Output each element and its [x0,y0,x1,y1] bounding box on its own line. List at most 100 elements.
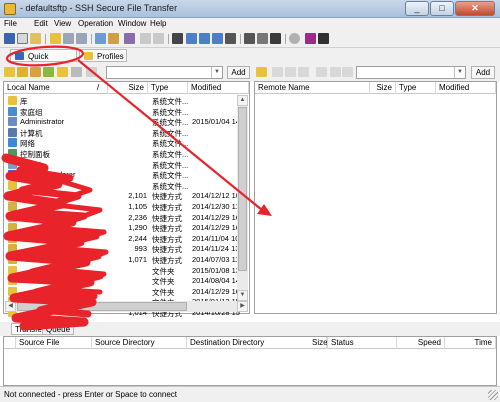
table-row[interactable]: 网络 系统文件... [5,137,245,148]
remote-path-input[interactable]: ▼ [356,66,466,79]
chevron-down-icon[interactable]: ▼ [211,67,222,78]
help-icon[interactable] [318,33,329,44]
local-name-column[interactable]: Local Name / [4,82,108,94]
find-icon[interactable] [108,33,119,44]
transfer-speed-column[interactable]: Speed [397,337,445,349]
scroll-down-icon[interactable]: ▼ [237,290,248,301]
local-type-column[interactable]: Type [148,82,188,94]
settings-icon[interactable] [124,33,135,44]
local-file-list[interactable]: Local Name / Size Type Modified 库系统文件...… [3,81,250,318]
local-new-folder-icon[interactable] [57,67,68,77]
columns-icon[interactable] [225,33,236,44]
table-row[interactable]: 1,071 快捷方式 2014/07/03 11 [5,254,245,265]
local-add-button[interactable]: Add [227,66,250,79]
tab-queue[interactable]: Queue [42,323,75,335]
table-row[interactable]: Internet Explorer 系统文件... [5,169,245,180]
scroll-right-icon[interactable]: ▶ [237,301,248,312]
stop-icon[interactable] [289,33,300,44]
transfer-mode-icon[interactable] [257,33,268,44]
transfer-size-column[interactable]: Size [309,337,327,349]
menu-operation[interactable]: Operation [78,19,113,28]
table-row[interactable]: 993 快捷方式 2014/11/24 13 [5,243,245,254]
source-file-column[interactable]: Source File [16,337,92,349]
remote-add-button[interactable]: Add [471,66,495,79]
table-row[interactable]: 文件夹 2014/12/29 16 [5,286,245,297]
table-row[interactable]: 家庭组 系统文件... [5,106,245,117]
table-row[interactable]: 计算机 系统文件... [5,127,245,138]
print-icon[interactable] [17,33,28,44]
refresh-icon[interactable] [172,33,183,44]
local-delete-icon[interactable] [86,67,97,77]
local-horizontal-scrollbar[interactable]: ◀ ▶ [5,301,248,312]
transfer-icon-column[interactable] [4,337,16,349]
menu-file[interactable]: File [4,19,17,28]
remote-delete-icon[interactable] [342,67,353,77]
local-up-folder-icon[interactable] [17,67,28,77]
view-details-icon[interactable] [199,33,210,44]
scroll-left-icon[interactable]: ◀ [5,301,16,312]
remote-home-icon[interactable] [285,67,296,77]
remote-new-folder-icon[interactable] [316,67,327,77]
remote-refresh-icon[interactable] [298,67,309,77]
local-folder-icon[interactable] [4,67,15,77]
view-icons-icon[interactable] [212,33,223,44]
copy-icon[interactable] [76,33,87,44]
remote-file-list[interactable]: Remote Name Size Type Modified [254,81,497,314]
remote-modified-column[interactable]: Modified [436,82,496,94]
table-row[interactable]: 1,290 快捷方式 2014/12/29 16 [5,222,245,233]
new-connection-icon[interactable] [30,33,41,44]
table-row[interactable]: 回收站 系统文件... [5,159,245,170]
local-vertical-scrollbar[interactable]: ▲ ▼ [237,95,248,301]
upload-icon[interactable] [153,33,164,44]
local-modified-column[interactable]: Modified [188,82,249,94]
transfer-time-column[interactable]: Time [445,337,496,349]
local-path-input[interactable]: ▼ [106,66,223,79]
table-row[interactable]: 1,105 快捷方式 2014/12/30 11 [5,201,245,212]
table-row[interactable]: 2,101 快捷方式 2014/12/12 10 [5,190,245,201]
local-size-column[interactable]: Size [108,82,148,94]
table-row[interactable]: 文件夹 2014/08/04 14 [5,275,245,286]
remote-rename-icon[interactable] [330,67,341,77]
table-row[interactable]: 2,236 快捷方式 2014/12/29 16 [5,212,245,223]
folder-icon[interactable] [50,33,61,44]
sort-icon[interactable] [244,33,255,44]
remote-folder-icon[interactable] [256,67,267,77]
menu-window[interactable]: Window [118,19,146,28]
quick-connect-button[interactable]: Quick Connect [10,49,77,74]
minimize-button[interactable]: _ [405,1,429,16]
close-button[interactable]: ✕ [455,1,495,16]
resize-grip-icon[interactable] [488,390,498,400]
maximize-button[interactable]: □ [430,1,454,16]
cut-icon[interactable] [63,33,74,44]
download-icon[interactable] [140,33,151,44]
remote-size-column[interactable]: Size [370,82,396,94]
table-row[interactable]: 系统文件... [5,180,245,191]
chevron-down-icon[interactable]: ▼ [454,67,465,78]
remote-up-folder-icon[interactable] [272,67,283,77]
menu-edit[interactable]: Edit [34,19,48,28]
remote-name-column[interactable]: Remote Name [255,82,370,94]
scroll-thumb[interactable] [17,302,187,311]
table-row[interactable]: 库系统文件... [5,95,245,106]
local-home-icon[interactable] [30,67,41,77]
profiles-button[interactable]: Profiles [79,49,127,62]
view-list-icon[interactable] [186,33,197,44]
menu-help[interactable]: Help [150,19,166,28]
local-refresh-icon[interactable] [43,67,54,77]
table-row[interactable]: 文件夹 2015/01/08 13 [5,265,245,276]
table-row[interactable]: Administrator 系统文件... 2015/01/04 14 [5,116,245,127]
transfer-status-column[interactable]: Status [327,337,397,349]
source-directory-column[interactable]: Source Directory [92,337,187,349]
scroll-up-icon[interactable]: ▲ [237,95,248,106]
keys-icon[interactable] [305,33,316,44]
table-row[interactable]: 2,244 快捷方式 2014/11/04 10 [5,233,245,244]
local-rename-icon[interactable] [71,67,82,77]
paste-icon[interactable] [95,33,106,44]
transfer-list[interactable]: Source File Source Directory Destination… [3,336,497,386]
binary-icon[interactable] [270,33,281,44]
menu-view[interactable]: View [54,19,71,28]
destination-directory-column[interactable]: Destination Directory [187,337,327,349]
scroll-thumb[interactable] [238,107,247,271]
save-icon[interactable] [4,33,15,44]
remote-type-column[interactable]: Type [396,82,436,94]
